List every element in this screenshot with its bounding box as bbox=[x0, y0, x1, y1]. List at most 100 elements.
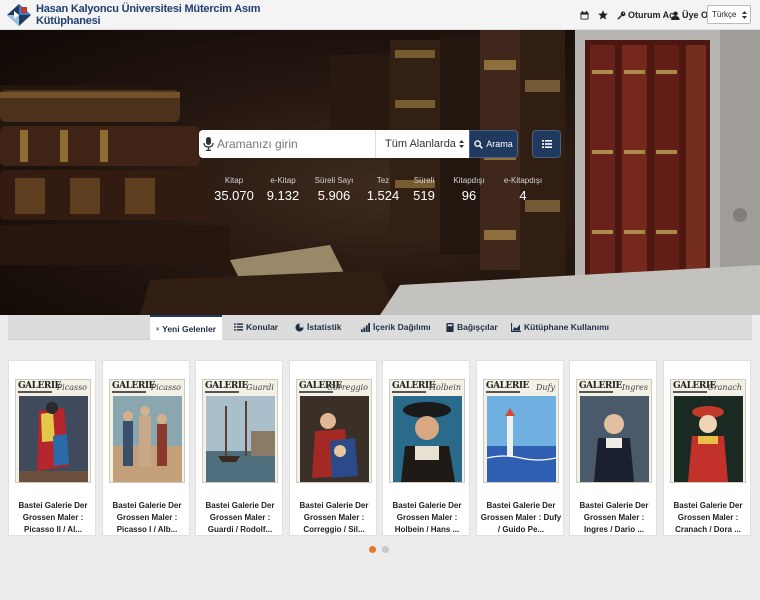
stat-label: Süreli Sayı bbox=[314, 176, 354, 185]
microphone-icon[interactable] bbox=[203, 137, 214, 151]
book-title[interactable]: Bastei Galerie Der Grossen Maler : Picas… bbox=[12, 500, 94, 536]
university-logo[interactable] bbox=[6, 3, 32, 27]
cover-painting bbox=[580, 396, 649, 482]
advanced-search-button[interactable] bbox=[532, 130, 561, 158]
book-title[interactable]: Bastei Galerie Der Grossen Maler : Corre… bbox=[293, 500, 375, 536]
book-title[interactable]: Bastei Galerie Der Grossen Maler : Crana… bbox=[667, 500, 749, 536]
cover-rule bbox=[673, 391, 707, 393]
search-icon bbox=[474, 139, 484, 149]
cover-painting bbox=[300, 396, 369, 482]
cover-painting bbox=[113, 396, 182, 482]
select-arrows-icon bbox=[459, 140, 464, 148]
search-button[interactable]: Arama bbox=[469, 130, 518, 158]
top-header: Hasan Kalyoncu Üniversitesi Mütercim Ası… bbox=[0, 0, 760, 30]
favorites-button[interactable] bbox=[598, 7, 608, 23]
search-input[interactable] bbox=[217, 137, 367, 151]
stat-label: e-Kitap bbox=[270, 176, 296, 185]
tab-label: Bağışçılar bbox=[457, 322, 498, 332]
book-card[interactable]: GALERIE Guardi Bastei Galerie Der Grosse… bbox=[195, 360, 283, 536]
cover-rule bbox=[579, 391, 613, 393]
stat-kitapdisi[interactable]: Kitapdışı 96 bbox=[448, 175, 490, 204]
stat-value: 9.132 bbox=[266, 188, 300, 203]
stat-value: 5.906 bbox=[317, 188, 351, 203]
book-title[interactable]: Bastei Galerie Der Grossen Maler : Ingre… bbox=[573, 500, 655, 536]
carousel-dot-2[interactable] bbox=[382, 546, 389, 553]
language-value: Türkçe bbox=[712, 10, 737, 19]
stat-sureli-sayi[interactable]: Süreli Sayı 5.906 bbox=[310, 175, 358, 204]
stat-label: Tez bbox=[376, 176, 390, 185]
cover-artist: Holbein bbox=[429, 383, 461, 392]
star-icon bbox=[598, 10, 608, 20]
book-cover[interactable]: GALERIE Cranach bbox=[670, 379, 746, 483]
book-card[interactable]: GALERIE Cranach Bastei Galerie Der Gross… bbox=[663, 360, 751, 536]
book-card[interactable]: GALERIE Picasso Bastei Galerie Der Gross… bbox=[102, 360, 190, 536]
cover-rule bbox=[486, 391, 520, 393]
book-card[interactable]: GALERIE Ingres Bastei Galerie Der Grosse… bbox=[569, 360, 657, 536]
tab-istatistik[interactable]: İstatistik bbox=[289, 315, 348, 339]
area-chart-icon bbox=[511, 322, 521, 332]
book-cover[interactable]: GALERIE Picasso bbox=[15, 379, 91, 483]
book-cover[interactable]: GALERIE Ingres bbox=[576, 379, 652, 483]
cover-painting bbox=[19, 396, 88, 482]
content-tabs: Yeni Gelenler Konular İstatistik İçerik … bbox=[8, 315, 752, 340]
cover-rule bbox=[392, 391, 426, 393]
calendar-button[interactable] bbox=[580, 7, 589, 23]
cover-brand: GALERIE bbox=[18, 381, 61, 391]
cover-brand: GALERIE bbox=[579, 381, 622, 391]
stat-label: e-Kitapdışı bbox=[503, 176, 543, 185]
book-card[interactable]: GALERIE Picasso Bastei Galerie Der Gross… bbox=[8, 360, 96, 536]
book-cover[interactable]: GALERIE Dufy bbox=[483, 379, 559, 483]
stat-value: 1.524 bbox=[366, 188, 400, 203]
book-card[interactable]: GALERIE Holbein Bastei Galerie Der Gross… bbox=[382, 360, 470, 536]
site-title[interactable]: Hasan Kalyoncu Üniversitesi Mütercim Ası… bbox=[36, 3, 266, 27]
cover-painting bbox=[206, 396, 275, 482]
stat-sureli[interactable]: Süreli 519 bbox=[409, 175, 439, 204]
search-field-value: Tüm Alanlarda bbox=[385, 138, 456, 150]
book-title[interactable]: Bastei Galerie Der Grossen Maler : Dufy … bbox=[480, 500, 562, 536]
tab-bagiscilar[interactable]: Bağışçılar bbox=[440, 315, 504, 339]
book-card[interactable]: GALERIE Correggio Bastei Galerie Der Gro… bbox=[289, 360, 377, 536]
book-cover[interactable]: GALERIE Picasso bbox=[109, 379, 185, 483]
stat-kitap[interactable]: Kitap 35.070 bbox=[212, 175, 256, 204]
tab-icerik-dagilimi[interactable]: İçerik Dağılımı bbox=[355, 315, 437, 339]
book-title[interactable]: Bastei Galerie Der Grossen Maler : Holbe… bbox=[386, 500, 468, 536]
book-title[interactable]: Bastei Galerie Der Grossen Maler : Guard… bbox=[199, 500, 281, 536]
register-button[interactable]: Üye Ol bbox=[671, 7, 711, 23]
book-card[interactable]: GALERIE Dufy Bastei Galerie Der Grossen … bbox=[476, 360, 564, 536]
language-select[interactable]: Türkçe bbox=[707, 5, 751, 24]
stat-value: 35.070 bbox=[214, 188, 254, 203]
stat-tez[interactable]: Tez 1.524 bbox=[366, 175, 400, 204]
tab-yeni-gelenler[interactable]: Yeni Gelenler bbox=[150, 315, 222, 340]
login-button[interactable]: Oturum Aç bbox=[617, 7, 674, 23]
cover-artist: Ingres bbox=[621, 383, 648, 392]
book-cover[interactable]: GALERIE Correggio bbox=[296, 379, 372, 483]
tab-label: Kütüphane Kullanımı bbox=[524, 322, 609, 332]
stat-value: 519 bbox=[413, 188, 435, 203]
cover-rule bbox=[205, 391, 239, 393]
cover-artist: Cranach bbox=[707, 383, 742, 392]
hero-banner: Tüm Alanlarda Arama Kitap 35.070 e-Kitap… bbox=[0, 30, 760, 315]
carousel-dot-1[interactable] bbox=[369, 546, 376, 553]
book-title[interactable]: Bastei Galerie Der Grossen Maler : Picas… bbox=[106, 500, 188, 536]
search-button-label: Arama bbox=[486, 139, 513, 149]
login-label: Oturum Aç bbox=[628, 10, 675, 20]
tab-konular[interactable]: Konular bbox=[228, 315, 284, 339]
book-icon bbox=[446, 322, 454, 332]
search-box bbox=[199, 130, 375, 158]
calendar-icon bbox=[580, 10, 589, 20]
pie-chart-icon bbox=[295, 322, 304, 332]
cover-artist: Guardi bbox=[246, 383, 274, 392]
stat-e-kitap[interactable]: e-Kitap 9.132 bbox=[265, 175, 301, 204]
bar-chart-icon bbox=[361, 322, 370, 332]
tab-kutuphane-kullanimi[interactable]: Kütüphane Kullanımı bbox=[505, 315, 615, 339]
list-icon bbox=[234, 323, 243, 331]
user-icon bbox=[671, 10, 680, 20]
search-field-select[interactable]: Tüm Alanlarda bbox=[375, 130, 469, 158]
cover-painting bbox=[487, 396, 556, 482]
stat-label: Kitapdışı bbox=[453, 176, 485, 185]
book-cover[interactable]: GALERIE Guardi bbox=[202, 379, 278, 483]
library-books-background bbox=[0, 30, 760, 315]
book-cover[interactable]: GALERIE Holbein bbox=[389, 379, 465, 483]
stat-e-kitapdisi[interactable]: e-Kitapdışı 4 bbox=[498, 175, 548, 204]
cover-brand: GALERIE bbox=[205, 381, 248, 391]
